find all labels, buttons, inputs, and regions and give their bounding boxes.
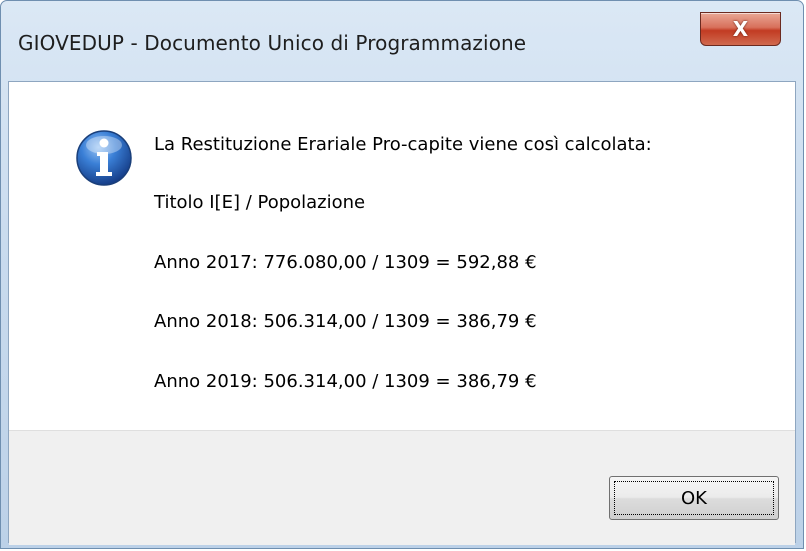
message-line-2017: Anno 2017: 776.080,00 / 1309 = 592,88 € (154, 252, 537, 273)
message-line-formula: Titolo I[E] / Popolazione (154, 192, 366, 213)
message-line-2019: Anno 2019: 506.314,00 / 1309 = 386,79 € (154, 371, 537, 392)
message-line-intro: La Restituzione Erariale Pro-capite vien… (154, 134, 652, 155)
close-button[interactable]: X (700, 12, 781, 46)
dialog-footer: OK (9, 430, 795, 545)
dialog-content: La Restituzione Erariale Pro-capite vien… (8, 81, 796, 545)
window-title: GIOVEDUP - Documento Unico di Programmaz… (18, 31, 527, 55)
title-bar[interactable]: GIOVEDUP - Documento Unico di Programmaz… (1, 1, 803, 81)
close-icon: X (732, 17, 749, 41)
ok-button-label: OK (614, 481, 774, 515)
message-line-2018: Anno 2018: 506.314,00 / 1309 = 386,79 € (154, 311, 537, 332)
info-icon (76, 130, 132, 186)
ok-button[interactable]: OK (609, 476, 779, 520)
dialog-window: GIOVEDUP - Documento Unico di Programmaz… (0, 0, 804, 549)
